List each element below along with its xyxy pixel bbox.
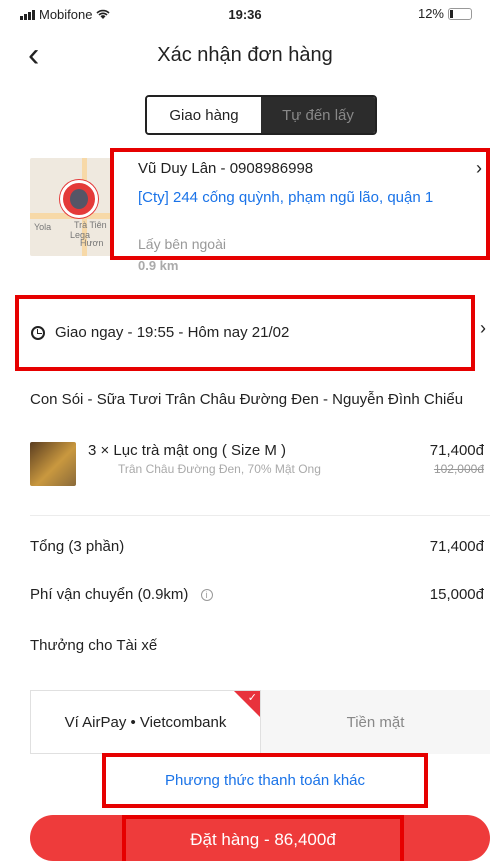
recipient-name-phone: Vũ Duy Lân - 0908986998 (138, 160, 314, 177)
driver-tip-label: Thưởng cho Tài xế (30, 637, 158, 654)
place-order-label[interactable]: Đặt hàng - 86,400đ (122, 815, 404, 861)
driver-tip-row[interactable]: Thưởng cho Tài xế (30, 637, 490, 654)
payment-option-label: Ví AirPay • Vietcombank (64, 713, 227, 731)
payment-methods: Ví AirPay • Vietcombank ✓ Tiền mặt (30, 690, 490, 754)
item-image (30, 442, 76, 486)
delivery-mode-toggle: Giao hàng Tự đến lấy (145, 95, 377, 135)
status-bar: Mobifone 19:36 12% (0, 0, 490, 30)
subtotal-row: Tổng (3 phần) 71,400đ (30, 538, 490, 555)
clock-icon (31, 326, 45, 340)
map-label: Trà Tiên (74, 220, 107, 230)
location-pin-icon (60, 180, 98, 218)
list-item[interactable]: 3 × Lục trà mật ong ( Size M ) Trân Châu… (30, 440, 490, 500)
map-thumbnail[interactable]: Yola Trà Tiên Lega Hươn (30, 158, 112, 256)
battery-percent: 12% (417, 6, 444, 21)
delivery-time-selector[interactable]: Giao ngay - 19:55 - Hôm nay 21/02 (15, 295, 475, 371)
battery-status: 12% (418, 6, 472, 21)
address-line[interactable]: [Cty] 244 cống quỳnh, phạm ngũ lão, quận… (138, 188, 458, 208)
distance-label: 0.9 km (138, 258, 179, 273)
item-old-price: 102,000đ (433, 462, 484, 476)
map-label: Hươn (80, 238, 104, 248)
subtotal-label: Tổng (3 phần) (30, 538, 125, 555)
info-icon[interactable]: i (200, 589, 213, 601)
subtotal-value: 71,400đ (429, 538, 484, 555)
item-price: 71,400đ (429, 442, 484, 459)
payment-airpay-option[interactable]: Ví AirPay • Vietcombank ✓ (30, 690, 261, 754)
shipping-value: 15,000đ (429, 586, 484, 603)
header: ‹ Xác nhận đơn hàng (0, 38, 490, 78)
shipping-row: Phí vận chuyển (0.9km) i 15,000đ (30, 586, 490, 603)
clock-time: 19:36 (228, 7, 262, 22)
chevron-right-icon: › (476, 158, 482, 178)
shipping-label: Phí vận chuyển (0.9km) (30, 586, 189, 603)
store-name: Con Sói - Sữa Tươi Trân Châu Đường Đen -… (30, 391, 464, 408)
delivery-address[interactable]: Vũ Duy Lân - 0908986998 › [Cty] 244 cống… (110, 148, 490, 260)
payment-option-label: Tiền mặt (346, 713, 405, 731)
tab-delivery[interactable]: Giao hàng (147, 97, 261, 133)
map-label: Yola (34, 222, 52, 232)
other-payment-link[interactable]: Phương thức thanh toán khác (102, 753, 428, 808)
checkmark-icon: ✓ (247, 692, 257, 704)
divider (30, 515, 490, 516)
tab-pickup[interactable]: Tự đến lấy (261, 97, 375, 133)
chevron-right-icon[interactable]: › (480, 318, 486, 339)
delivery-time-text: Giao ngay - 19:55 - Hôm nay 21/02 (55, 324, 290, 341)
item-name: 3 × Lục trà mật ong ( Size M ) (88, 442, 286, 459)
battery-icon (448, 7, 472, 20)
page-title: Xác nhận đơn hàng (157, 44, 333, 66)
address-note: Lấy bên ngoài (138, 236, 226, 252)
payment-cash-option[interactable]: Tiền mặt (261, 690, 490, 754)
item-options: Trân Châu Đường Đen, 70% Mật Ong (118, 462, 321, 476)
